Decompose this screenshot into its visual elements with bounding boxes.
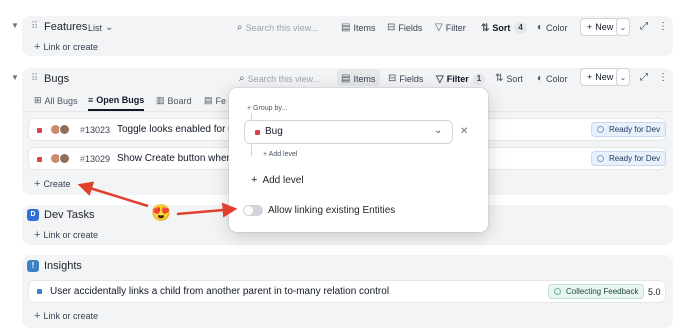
arrow-to-create: [77, 181, 149, 208]
arrow-to-toggle: [176, 202, 238, 218]
annotation-arrows: [77, 181, 238, 218]
heart-eyes-emoji-icon: 😍: [151, 205, 171, 222]
